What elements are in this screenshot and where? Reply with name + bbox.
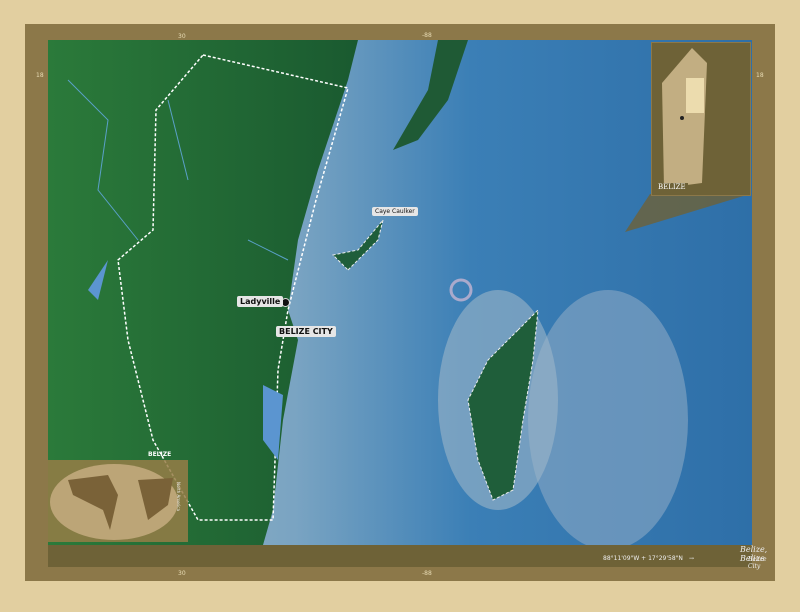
coords-text: 88°11'09"W + 17°29'58"N	[603, 555, 683, 562]
tick-top-30: 30	[178, 33, 186, 40]
caye-caulker-label: Caye Caulker	[372, 207, 418, 216]
ladyville-label: Ladyville	[237, 296, 284, 307]
tick-bottom-88: -88	[422, 570, 432, 577]
tick-right-18: 18	[756, 72, 764, 79]
tick-bottom-30: 30	[178, 570, 186, 577]
belize-city-label: Belize City	[276, 326, 336, 337]
arrow-icon: →	[689, 555, 695, 562]
globe-label: Belize	[148, 451, 172, 458]
map-subtitle: Belize City	[748, 556, 767, 570]
info-strip: 88°11'09"W + 17°29'58"N → Belize, Belize…	[48, 545, 767, 570]
tick-left-18: 18	[36, 72, 44, 79]
globe-inset: Belize North America	[48, 451, 188, 542]
inset-label: Belize	[656, 183, 688, 191]
locator-inset: Belize	[651, 42, 751, 196]
tick-top-88: -88	[422, 32, 432, 39]
world-map	[50, 464, 178, 540]
inset-pointer	[625, 194, 750, 232]
globe-region-label: North America	[176, 482, 181, 511]
inset-map	[662, 48, 707, 188]
